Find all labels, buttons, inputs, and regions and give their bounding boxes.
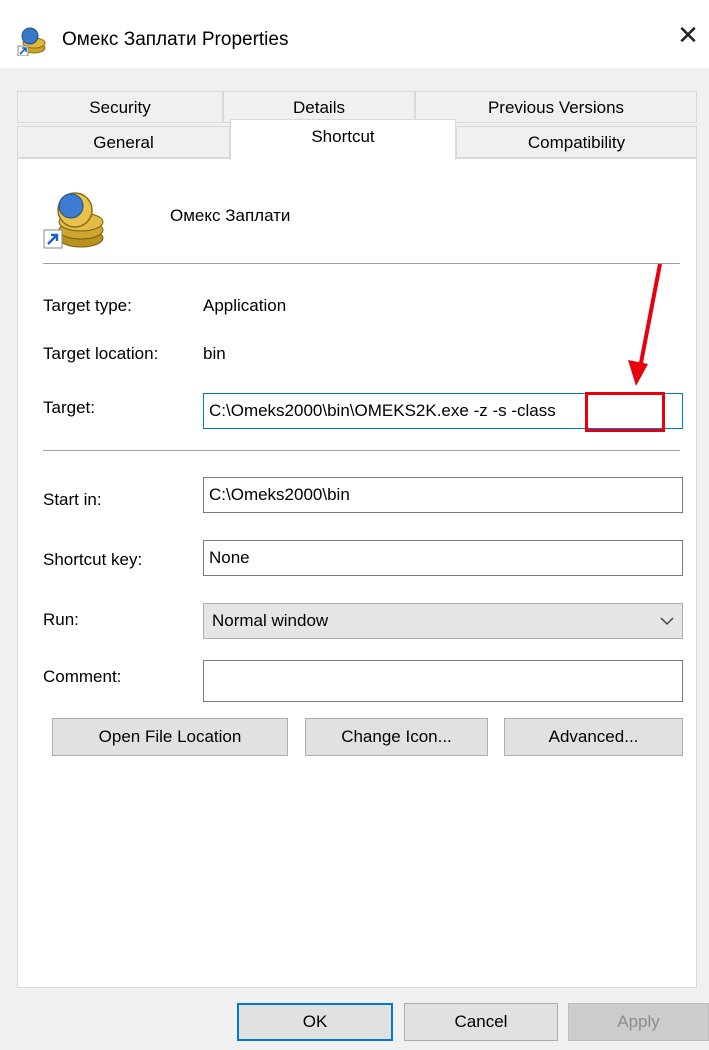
button-label: Open File Location	[98, 727, 242, 746]
shortcut-key-value: None	[209, 548, 250, 567]
window-title: Омекс Заплати Properties	[62, 29, 289, 50]
comment-label: Comment:	[43, 667, 122, 686]
target-label: Target:	[43, 398, 95, 417]
tab-general[interactable]: General	[17, 126, 230, 158]
open-file-location-button[interactable]: Open File Location	[52, 718, 288, 756]
target-type-value: Application	[203, 296, 287, 315]
run-label: Run:	[43, 610, 79, 629]
ok-button[interactable]: OK	[237, 1003, 393, 1041]
change-icon-button[interactable]: Change Icon...	[305, 718, 488, 756]
run-select-value: Normal window	[212, 611, 329, 630]
tab-previous-versions[interactable]: Previous Versions	[415, 91, 697, 123]
target-input-value: C:\Omeks2000\bin\OMEKS2K.exe -z -s -clas…	[209, 401, 556, 420]
tab-label: Shortcut	[311, 127, 375, 146]
comment-input[interactable]	[203, 660, 683, 702]
app-name: Омекс Заплати	[170, 206, 291, 225]
tab-shortcut[interactable]: Shortcut	[230, 119, 456, 160]
shortcut-key-input[interactable]: None	[203, 540, 683, 576]
annotation-highlight-box	[585, 392, 665, 432]
close-icon: ✕	[677, 20, 699, 50]
button-label: Change Icon...	[341, 727, 452, 746]
chevron-down-icon	[660, 617, 674, 626]
start-in-input[interactable]: C:\Omeks2000\bin	[203, 477, 683, 513]
annotation-arrow-icon	[628, 263, 662, 386]
target-location-label: Target location:	[43, 344, 159, 363]
button-label: OK	[302, 1012, 328, 1031]
tab-label: Security	[89, 98, 151, 117]
target-type-label: Target type:	[43, 296, 132, 315]
start-in-label: Start in:	[43, 490, 102, 509]
button-label: Cancel	[454, 1012, 508, 1031]
tab-label: Compatibility	[527, 133, 626, 152]
separator	[43, 263, 680, 264]
app-icon	[17, 27, 46, 56]
cancel-button[interactable]: Cancel	[404, 1003, 558, 1041]
button-label: Advanced...	[548, 727, 639, 746]
run-select[interactable]: Normal window	[203, 603, 683, 639]
tab-compatibility[interactable]: Compatibility	[456, 126, 697, 158]
apply-button[interactable]: Apply	[568, 1003, 709, 1041]
tab-label: Details	[293, 98, 345, 117]
tab-label: Previous Versions	[487, 98, 625, 117]
app-large-icon	[43, 192, 104, 249]
tab-label: General	[93, 133, 154, 152]
shortcut-key-label: Shortcut key:	[43, 550, 143, 569]
tab-security[interactable]: Security	[17, 91, 223, 123]
start-in-value: C:\Omeks2000\bin	[209, 485, 350, 504]
advanced-button[interactable]: Advanced...	[504, 718, 683, 756]
button-label: Apply	[617, 1012, 660, 1031]
close-button[interactable]: ✕	[667, 10, 709, 60]
target-location-value: bin	[203, 344, 226, 363]
title-bar: Омекс Заплати Properties ✕	[0, 0, 709, 68]
separator	[43, 450, 680, 451]
